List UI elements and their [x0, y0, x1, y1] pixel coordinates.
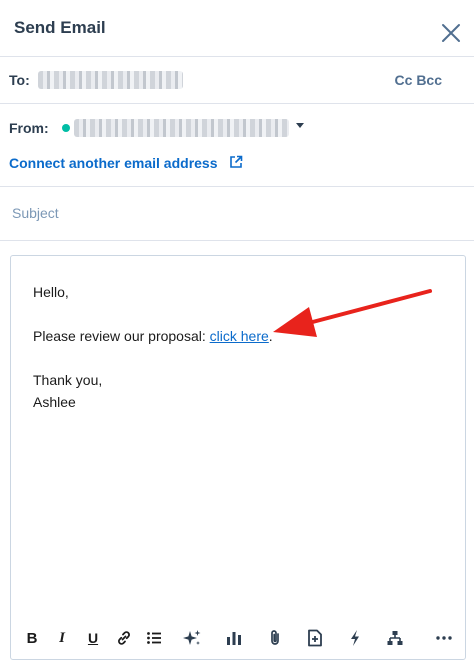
signature-line: Ashlee: [33, 394, 76, 410]
subject-row: [0, 187, 474, 241]
bulleted-list-icon: [147, 632, 161, 644]
to-row: To: Cc Bcc: [0, 57, 474, 104]
attach-file-button[interactable]: [263, 624, 287, 652]
connect-email-link[interactable]: Connect another email address: [9, 155, 218, 171]
chevron-down-icon[interactable]: [296, 123, 304, 128]
workflow-icon: [387, 631, 403, 645]
email-body-editor[interactable]: Hello, Please review our proposal: click…: [10, 255, 466, 660]
to-recipient-redacted[interactable]: [38, 71, 183, 89]
chart-icon: [227, 632, 241, 645]
close-icon[interactable]: [440, 22, 462, 44]
ai-sparkle-icon: [183, 630, 201, 645]
more-icon: [436, 636, 452, 640]
underline-button[interactable]: U: [81, 624, 105, 652]
insert-chart-button[interactable]: [222, 624, 246, 652]
link-button[interactable]: [112, 624, 136, 652]
review-line-end: .: [268, 328, 273, 344]
review-text: Please review our proposal:: [33, 328, 210, 344]
from-row: From: Connect another email address: [0, 104, 474, 187]
bold-button[interactable]: B: [20, 624, 44, 652]
sequence-button[interactable]: [383, 624, 407, 652]
email-body-content[interactable]: Hello, Please review our proposal: click…: [33, 281, 273, 413]
bulleted-list-button[interactable]: [142, 624, 166, 652]
review-line: Please review our proposal: click here.: [33, 325, 273, 347]
external-link-icon[interactable]: [229, 155, 243, 169]
italic-button[interactable]: I: [50, 624, 74, 652]
greeting-line: Hello,: [33, 284, 69, 300]
insert-document-icon: [308, 629, 322, 647]
dialog-header: Send Email: [0, 0, 474, 57]
snippet-icon: [351, 630, 359, 646]
proposal-link[interactable]: click here: [210, 328, 269, 344]
insert-snippet-button[interactable]: [343, 624, 367, 652]
from-address-redacted[interactable]: [74, 119, 289, 137]
to-label: To:: [9, 72, 30, 88]
subject-input[interactable]: [12, 205, 452, 221]
link-icon: [118, 631, 130, 645]
formatting-toolbar: B I U: [20, 624, 460, 652]
cc-bcc-button[interactable]: Cc Bcc: [395, 72, 442, 88]
insert-document-button[interactable]: [303, 624, 327, 652]
ai-assist-button[interactable]: [180, 624, 204, 652]
more-options-button[interactable]: [432, 624, 456, 652]
connected-status-dot: [62, 124, 70, 132]
attachment-icon: [271, 630, 279, 645]
from-label: From:: [9, 120, 49, 136]
dialog-title: Send Email: [14, 18, 106, 37]
closing-line: Thank you,: [33, 372, 103, 388]
